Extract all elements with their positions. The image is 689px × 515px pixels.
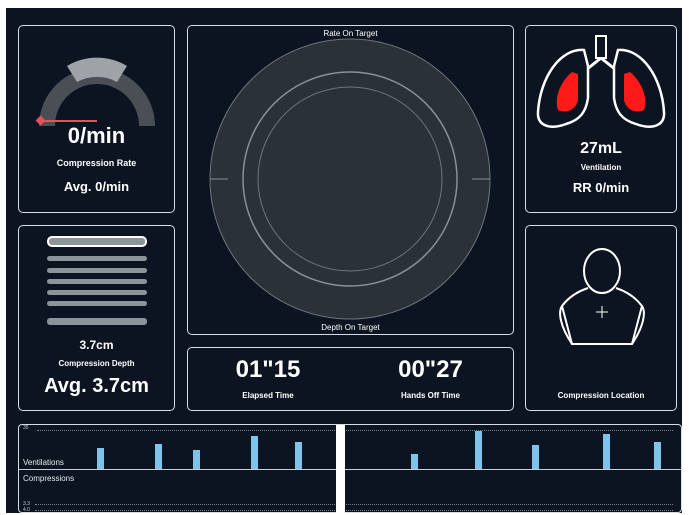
comp-axis-line-lower	[35, 510, 673, 511]
timeline-playhead[interactable]	[336, 425, 345, 514]
cpr-monitor-screen: 0/min Compression Rate Avg. 0/min Rate O…	[6, 8, 682, 514]
ventilation-bar	[475, 431, 482, 469]
respiratory-rate: RR 0/min	[572, 180, 630, 195]
ventilation-bar	[532, 445, 539, 469]
elapsed-time: 01"15 Elapsed Time	[188, 348, 348, 410]
ventilation-bar	[97, 448, 104, 469]
compression-rate-label: Compression Rate	[56, 158, 137, 168]
ventilation-bar	[411, 454, 418, 469]
gauge-icon	[35, 57, 155, 126]
ventilations-label: Ventilations	[23, 458, 64, 467]
elapsed-time-label: Elapsed Time	[242, 391, 294, 400]
hands-off-time-label: Hands Off Time	[401, 391, 460, 400]
compression-depth-label: Compression Depth	[58, 359, 135, 368]
ventilation-bar	[654, 442, 661, 469]
ventilation-label: Ventilation	[580, 163, 622, 172]
timeline-panel: 35 Ventilations Compressions 3.3 4.0	[18, 424, 682, 514]
compressions-label: Compressions	[23, 474, 75, 483]
comp-axis-label-lower: 4.0	[23, 507, 30, 513]
ventilation-bar	[155, 444, 162, 469]
compression-depth-panel: 3.7cm Compression Depth Avg. 3.7cm	[18, 225, 175, 411]
compression-rate-value: 0/min	[67, 123, 126, 148]
ventilation-bar	[295, 442, 302, 469]
compression-rate-average: Avg. 0/min	[63, 179, 130, 194]
hands-off-time-value: 00"27	[398, 356, 463, 383]
depth-on-target-label: Depth On Target	[321, 323, 380, 332]
compression-rate-panel: 0/min Compression Rate Avg. 0/min	[18, 25, 175, 213]
hands-off-time: 00"27 Hands Off Time	[348, 348, 513, 410]
elapsed-time-value: 01"15	[235, 356, 301, 383]
depth-bars-icon	[19, 226, 174, 336]
compression-location-panel: Compression Location	[525, 225, 677, 411]
vent-axis-label: 35	[23, 425, 29, 431]
ventilations-graph: 35 Ventilations	[23, 425, 673, 469]
compression-location-label: Compression Location	[557, 391, 645, 400]
target-panel: Rate On Target Depth On Target	[187, 25, 514, 335]
ventilation-value: 27mL	[580, 140, 622, 157]
vent-axis-line	[37, 430, 673, 431]
timeline-divider	[19, 469, 681, 470]
compression-depth-average: Avg. 3.7cm	[44, 375, 149, 397]
lungs-icon	[536, 35, 666, 128]
ventilation-bar	[193, 450, 200, 469]
compression-depth-value: 3.7cm	[79, 338, 114, 352]
ventilation-bar	[251, 436, 258, 469]
comp-axis-line-upper	[35, 504, 673, 505]
ventilation-bar	[603, 434, 610, 469]
timers-panel: 01"15 Elapsed Time 00"27 Hands Off Time	[187, 347, 514, 411]
torso-icon	[559, 248, 645, 345]
ventilation-panel: 27mL Ventilation RR 0/min	[525, 25, 677, 213]
target-circle	[209, 38, 491, 320]
